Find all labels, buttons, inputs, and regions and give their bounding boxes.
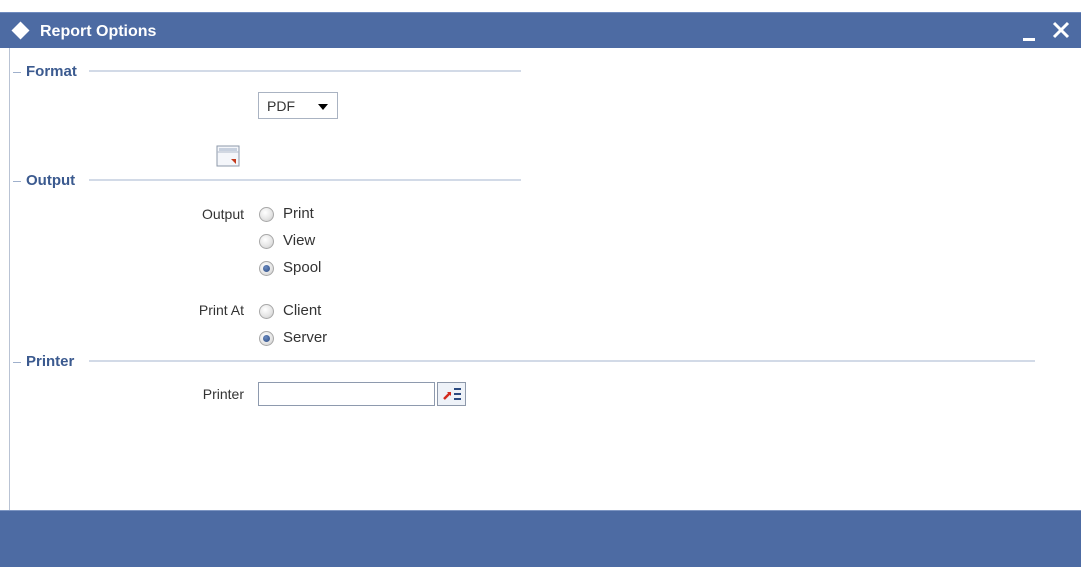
list-of-values-icon[interactable] — [437, 382, 466, 406]
radio-button-checked[interactable] — [259, 331, 274, 346]
radio-button[interactable] — [259, 207, 274, 222]
dialog-footer — [0, 510, 1081, 567]
radio-button[interactable] — [259, 234, 274, 249]
format-section-divider — [89, 70, 521, 72]
print-at-label: Print At — [198, 302, 244, 318]
chevron-down-icon — [318, 104, 328, 110]
printer-input[interactable] — [258, 382, 435, 406]
report-options-window: Report Options Format PDF Output Output … — [0, 0, 1081, 567]
format-select[interactable]: PDF — [258, 92, 338, 119]
output-section-legend: Output — [11, 172, 75, 189]
window-left-border — [0, 48, 10, 510]
format-select-value: PDF — [267, 98, 295, 114]
radio-label: Spool — [283, 259, 322, 276]
format-section-legend: Format — [11, 63, 77, 80]
printer-section-divider — [89, 360, 1035, 362]
diamond-icon — [11, 21, 30, 40]
radio-label: Server — [283, 329, 328, 346]
printer-section-legend: Printer — [11, 353, 74, 370]
window-title: Report Options — [40, 23, 157, 40]
printer-label: Printer — [202, 386, 244, 402]
radio-label: View — [283, 232, 316, 249]
radio-label: Print — [283, 205, 314, 222]
output-label: Output — [201, 206, 244, 222]
radio-button-checked[interactable] — [259, 261, 274, 276]
radio-label: Client — [283, 302, 322, 319]
page-settings-icon[interactable] — [215, 144, 241, 168]
minimize-icon[interactable] — [1023, 27, 1037, 41]
close-icon[interactable] — [1051, 19, 1071, 41]
title-bar[interactable]: Report Options — [0, 12, 1081, 48]
dialog-content: Format PDF Output Output Print View Spoo… — [11, 48, 1081, 510]
output-section-divider — [89, 179, 521, 181]
radio-button[interactable] — [259, 304, 274, 319]
